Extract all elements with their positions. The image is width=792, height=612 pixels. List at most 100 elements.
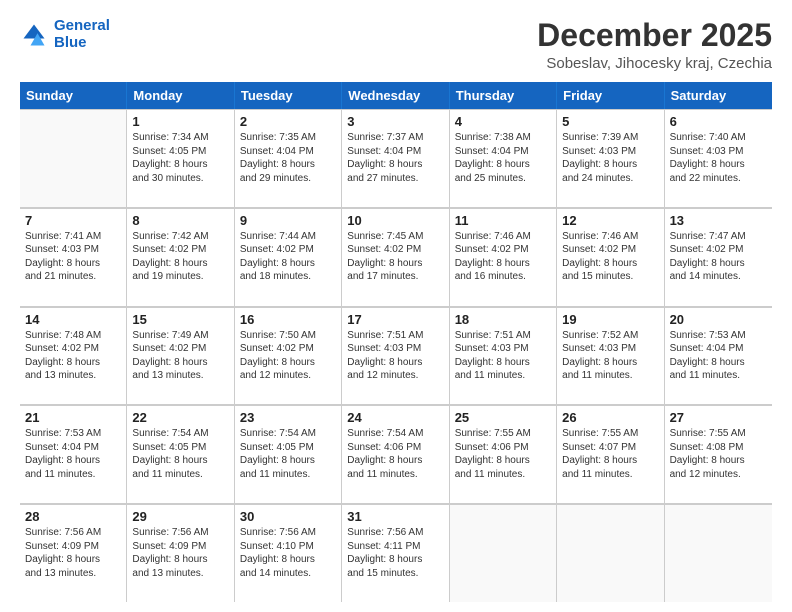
calendar-cell: 8 Sunrise: 7:42 AM Sunset: 4:02 PM Daylig… <box>127 208 234 306</box>
cell-day-number: 3 <box>347 114 443 129</box>
calendar-cell: 26 Sunrise: 7:55 AM Sunset: 4:07 PM Dayli… <box>557 405 664 503</box>
calendar-cell: 14Sunrise: 7:48 AM Sunset: 4:02 PM Dayli… <box>20 307 127 405</box>
calendar-cell: 19 Sunrise: 7:52 AM Sunset: 4:03 PM Dayli… <box>557 307 664 405</box>
cell-day-number: 23 <box>240 410 336 425</box>
calendar-cell: 29Sunrise: 7:56 AM Sunset: 4:09 PM Dayli… <box>127 504 234 602</box>
calendar-cell: 23 Sunrise: 7:54 AM Sunset: 4:05 PM Dayli… <box>235 405 342 503</box>
cell-info: Sunrise: 7:55 AM Sunset: 4:08 PM Dayligh… <box>670 427 767 481</box>
header: General Blue December 2025 Sobeslav, Jih… <box>20 18 772 72</box>
calendar-cell <box>665 504 772 602</box>
cell-info: Sunrise: 7:49 AM Sunset: 4:02 PM Dayligh… <box>132 329 228 383</box>
calendar: SundayMondayTuesdayWednesdayThursdayFrid… <box>20 82 772 602</box>
calendar-cell: 17 Sunrise: 7:51 AM Sunset: 4:03 PM Dayli… <box>342 307 449 405</box>
cell-day-number: 19 <box>562 312 658 327</box>
cell-info: Sunrise: 7:39 AM Sunset: 4:03 PM Dayligh… <box>562 131 658 185</box>
calendar-row: 7Sunrise: 7:41 AM Sunset: 4:03 PM Daylig… <box>20 208 772 307</box>
cell-info: Sunrise: 7:54 AM Sunset: 4:05 PM Dayligh… <box>132 427 228 481</box>
calendar-header-cell: Monday <box>127 82 234 109</box>
calendar-cell: 31 Sunrise: 7:56 AM Sunset: 4:11 PM Dayli… <box>342 504 449 602</box>
cell-day-number: 10 <box>347 213 443 228</box>
cell-info: Sunrise: 7:55 AM Sunset: 4:06 PM Dayligh… <box>455 427 551 481</box>
cell-day-number: 17 <box>347 312 443 327</box>
cell-day-number: 4 <box>455 114 551 129</box>
calendar-header-cell: Sunday <box>20 82 127 109</box>
cell-day-number: 6 <box>670 114 767 129</box>
cell-info: Sunrise: 7:44 AM Sunset: 4:02 PM Dayligh… <box>240 230 336 284</box>
cell-info: Sunrise: 7:56 AM Sunset: 4:09 PM Dayligh… <box>132 526 228 580</box>
calendar-header-cell: Tuesday <box>235 82 342 109</box>
calendar-cell: 18Sunrise: 7:51 AM Sunset: 4:03 PM Dayli… <box>450 307 557 405</box>
calendar-cell: 3 Sunrise: 7:37 AM Sunset: 4:04 PM Daylig… <box>342 109 449 207</box>
calendar-cell: 9 Sunrise: 7:44 AM Sunset: 4:02 PM Daylig… <box>235 208 342 306</box>
logo-line1: General <box>54 17 110 34</box>
calendar-cell: 24Sunrise: 7:54 AM Sunset: 4:06 PM Dayli… <box>342 405 449 503</box>
page: General Blue December 2025 Sobeslav, Jih… <box>0 0 792 612</box>
calendar-cell: 28Sunrise: 7:56 AM Sunset: 4:09 PM Dayli… <box>20 504 127 602</box>
cell-day-number: 14 <box>25 312 121 327</box>
calendar-cell: 10 Sunrise: 7:45 AM Sunset: 4:02 PM Dayli… <box>342 208 449 306</box>
cell-day-number: 28 <box>25 509 121 524</box>
cell-info: Sunrise: 7:54 AM Sunset: 4:05 PM Dayligh… <box>240 427 336 481</box>
cell-info: Sunrise: 7:50 AM Sunset: 4:02 PM Dayligh… <box>240 329 336 383</box>
calendar-row: 28 Sunrise: 7:56 AM Sunset: 4:09 PM Dayli… <box>20 504 772 602</box>
cell-day-number: 9 <box>240 213 336 228</box>
calendar-cell: 27 Sunrise: 7:55 AM Sunset: 4:08 PM Dayli… <box>665 405 772 503</box>
cell-info: Sunrise: 7:35 AM Sunset: 4:04 PM Dayligh… <box>240 131 336 185</box>
main-title: December 2025 <box>537 18 772 53</box>
cell-day-number: 8 <box>132 213 228 228</box>
calendar-row: 14Sunrise: 7:48 AM Sunset: 4:02 PM Dayli… <box>20 307 772 406</box>
cell-day-number: 26 <box>562 410 658 425</box>
cell-day-number: 5 <box>562 114 658 129</box>
calendar-cell: 13Sunrise: 7:47 AM Sunset: 4:02 PM Dayli… <box>665 208 772 306</box>
cell-day-number: 27 <box>670 410 767 425</box>
calendar-cell: 5 Sunrise: 7:39 AM Sunset: 4:03 PM Daylig… <box>557 109 664 207</box>
calendar-cell: 15 Sunrise: 7:49 AM Sunset: 4:02 PM Dayli… <box>127 307 234 405</box>
cell-info: Sunrise: 7:42 AM Sunset: 4:02 PM Dayligh… <box>132 230 228 284</box>
cell-day-number: 7 <box>25 213 121 228</box>
cell-day-number: 16 <box>240 312 336 327</box>
cell-info: Sunrise: 7:38 AM Sunset: 4:04 PM Dayligh… <box>455 131 551 185</box>
title-block: December 2025 Sobeslav, Jihocesky kraj, … <box>537 18 772 72</box>
cell-info: Sunrise: 7:56 AM Sunset: 4:11 PM Dayligh… <box>347 526 443 580</box>
calendar-cell: 4 Sunrise: 7:38 AM Sunset: 4:04 PM Daylig… <box>450 109 557 207</box>
calendar-row: 21 Sunrise: 7:53 AM Sunset: 4:04 PM Dayli… <box>20 405 772 504</box>
subtitle: Sobeslav, Jihocesky kraj, Czechia <box>537 55 772 72</box>
calendar-header-cell: Wednesday <box>342 82 449 109</box>
logo-text: General Blue <box>54 18 110 51</box>
cell-info: Sunrise: 7:46 AM Sunset: 4:02 PM Dayligh… <box>562 230 658 284</box>
cell-day-number: 18 <box>455 312 551 327</box>
cell-day-number: 1 <box>132 114 228 129</box>
calendar-cell <box>20 109 127 207</box>
cell-day-number: 15 <box>132 312 228 327</box>
cell-info: Sunrise: 7:34 AM Sunset: 4:05 PM Dayligh… <box>132 131 228 185</box>
logo-icon <box>20 21 48 49</box>
calendar-cell: 6 Sunrise: 7:40 AM Sunset: 4:03 PM Daylig… <box>665 109 772 207</box>
cell-day-number: 12 <box>562 213 658 228</box>
cell-info: Sunrise: 7:37 AM Sunset: 4:04 PM Dayligh… <box>347 131 443 185</box>
cell-info: Sunrise: 7:52 AM Sunset: 4:03 PM Dayligh… <box>562 329 658 383</box>
cell-day-number: 21 <box>25 410 121 425</box>
cell-info: Sunrise: 7:40 AM Sunset: 4:03 PM Dayligh… <box>670 131 767 185</box>
calendar-row: 1 Sunrise: 7:34 AM Sunset: 4:05 PM Daylig… <box>20 109 772 208</box>
cell-info: Sunrise: 7:46 AM Sunset: 4:02 PM Dayligh… <box>455 230 551 284</box>
calendar-header: SundayMondayTuesdayWednesdayThursdayFrid… <box>20 82 772 109</box>
cell-info: Sunrise: 7:55 AM Sunset: 4:07 PM Dayligh… <box>562 427 658 481</box>
calendar-header-cell: Thursday <box>450 82 557 109</box>
logo-line2: Blue <box>54 34 87 51</box>
calendar-header-cell: Friday <box>557 82 664 109</box>
calendar-cell: 1 Sunrise: 7:34 AM Sunset: 4:05 PM Daylig… <box>127 109 234 207</box>
calendar-cell: 22Sunrise: 7:54 AM Sunset: 4:05 PM Dayli… <box>127 405 234 503</box>
calendar-cell: 25 Sunrise: 7:55 AM Sunset: 4:06 PM Dayli… <box>450 405 557 503</box>
cell-info: Sunrise: 7:56 AM Sunset: 4:10 PM Dayligh… <box>240 526 336 580</box>
calendar-cell: 16 Sunrise: 7:50 AM Sunset: 4:02 PM Dayli… <box>235 307 342 405</box>
cell-info: Sunrise: 7:54 AM Sunset: 4:06 PM Dayligh… <box>347 427 443 481</box>
calendar-cell: 7Sunrise: 7:41 AM Sunset: 4:03 PM Daylig… <box>20 208 127 306</box>
cell-day-number: 25 <box>455 410 551 425</box>
cell-day-number: 11 <box>455 213 551 228</box>
cell-day-number: 2 <box>240 114 336 129</box>
cell-day-number: 31 <box>347 509 443 524</box>
cell-info: Sunrise: 7:53 AM Sunset: 4:04 PM Dayligh… <box>25 427 121 481</box>
cell-info: Sunrise: 7:45 AM Sunset: 4:02 PM Dayligh… <box>347 230 443 284</box>
cell-info: Sunrise: 7:51 AM Sunset: 4:03 PM Dayligh… <box>347 329 443 383</box>
calendar-cell <box>450 504 557 602</box>
